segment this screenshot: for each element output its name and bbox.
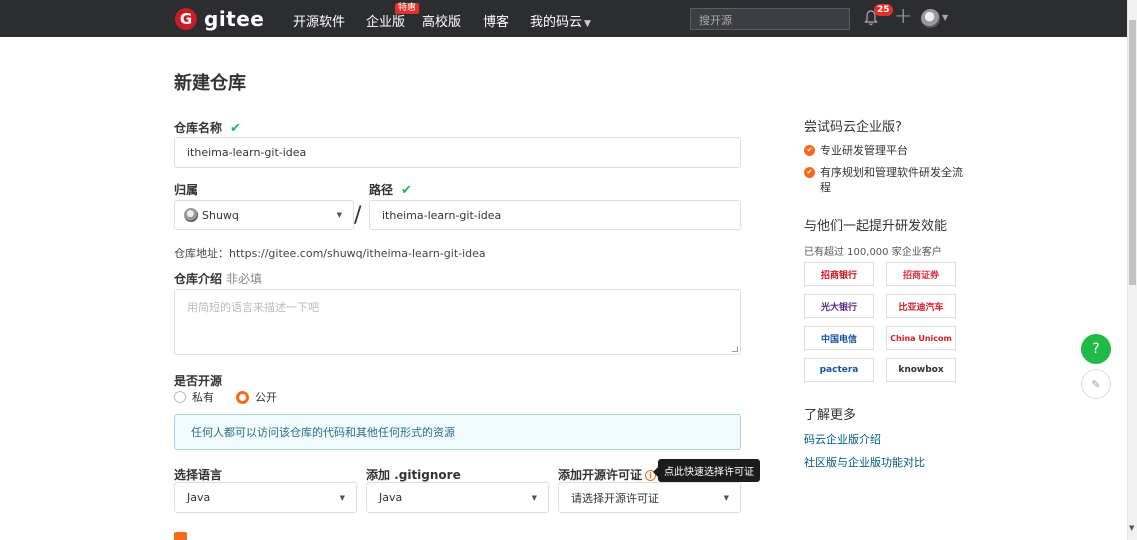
enterprise-title: 尝试码云企业版? [804, 120, 902, 135]
path-label-text: 路径 [369, 183, 394, 197]
intro-placeholder: 用简短的语言来描述一下吧 [187, 301, 319, 314]
telecom-logo-text: 中国电信 [820, 334, 857, 345]
private-radio-label[interactable]: 私有 [192, 389, 214, 405]
nav-item-blog[interactable]: 博客 [483, 11, 509, 30]
gitignore-label: 添加 .gitignore [366, 468, 461, 482]
owner-label: 归属 [174, 183, 199, 197]
nav-item-my-gitee-label: 我的码云 [530, 15, 583, 30]
chevron-down-icon[interactable]: ▼ [942, 13, 948, 22]
license-tooltip: 点此快速选择许可证 [658, 459, 760, 482]
visibility-radio-group: 私有 公开 [174, 389, 277, 405]
notification-badge: 25 [874, 4, 893, 16]
optional-hint: 非必填 [226, 272, 263, 286]
language-select[interactable]: Java ▼ [174, 482, 357, 513]
visibility-label: 是否开源 [174, 374, 223, 388]
gitee-logo-icon: G [175, 8, 197, 30]
nav-item-university[interactable]: 高校版 [422, 11, 461, 30]
user-avatar[interactable] [921, 9, 940, 28]
enterprise-intro-link[interactable]: 码云企业版介绍 [804, 431, 881, 447]
knowbox-logo-text: knowbox [898, 365, 944, 375]
learn-more-title: 了解更多 [804, 408, 857, 423]
private-radio[interactable] [174, 391, 186, 403]
intro-label-text: 仓库介绍 [174, 272, 223, 286]
repo-name-value: itheima-learn-git-idea [187, 146, 307, 159]
intro-label: 仓库介绍 非必填 [174, 270, 262, 287]
language-value: Java [187, 491, 211, 504]
public-radio[interactable] [236, 390, 249, 404]
caret-down-icon: ▼ [531, 493, 537, 502]
path-input[interactable]: itheima-learn-git-idea [369, 200, 741, 230]
feature-item: ✔ 专业研发管理平台 [804, 143, 954, 158]
customer-logo-unicom: China Unicom [886, 326, 956, 350]
owner-select[interactable]: Shuwq ▼ [174, 200, 354, 230]
pactera-logo-text: pactera [819, 365, 859, 375]
customer-logo-cmbs: 招商证券 [886, 262, 956, 286]
intro-textarea[interactable]: 用简短的语言来描述一下吧 [174, 289, 741, 355]
chevron-down-icon: ▼ [584, 19, 591, 29]
caret-down-icon: ▼ [336, 211, 342, 219]
scrollbar-thumb[interactable] [1129, 20, 1136, 285]
path-value: itheima-learn-git-idea [382, 208, 502, 222]
license-select[interactable]: 请选择开源许可证 ▼ [558, 482, 741, 513]
owner-value: Shuwq [202, 208, 239, 222]
feedback-edit-button[interactable]: ✎ [1081, 369, 1111, 399]
cmbs-logo-text: 招商证券 [902, 270, 939, 281]
init-options-row [174, 532, 349, 540]
nav-item-my-gitee[interactable]: 我的码云 ▼ [530, 11, 591, 30]
check-circle-icon: ✔ [804, 145, 815, 156]
gitee-logo[interactable]: G gitee [175, 7, 264, 31]
resize-handle-icon[interactable] [732, 346, 738, 352]
nav-item-open-source[interactable]: 开源软件 [293, 11, 345, 30]
public-radio-label[interactable]: 公开 [255, 389, 277, 405]
customer-logo-cmb: 招商银行 [804, 262, 874, 286]
check-circle-icon: ✔ [804, 167, 815, 178]
feature-item: ✔ 有序规划和管理软件研发全流程 [804, 165, 964, 195]
plus-icon[interactable]: + [894, 6, 912, 28]
license-placeholder: 请选择开源许可证 [571, 491, 659, 505]
language-label: 选择语言 [174, 468, 223, 482]
scroll-down-arrow-icon[interactable]: ▼ [1129, 524, 1134, 532]
customer-logo-pactera: pactera [804, 358, 874, 382]
public-info-message: 任何人都可以访问该仓库的代码和其他任何形式的资源 [174, 414, 741, 450]
repo-name-input[interactable]: itheima-learn-git-idea [174, 137, 741, 168]
ceb-logo-text: 光大银行 [820, 302, 857, 313]
check-icon: ✔ [401, 183, 412, 198]
path-separator: / [354, 203, 362, 228]
check-icon: ✔ [230, 121, 241, 136]
repo-address: 仓库地址：https://gitee.com/shuwq/itheima-lea… [174, 247, 486, 260]
gitee-logo-text: gitee [204, 7, 265, 31]
owner-avatar [184, 208, 198, 222]
cmb-logo-text: 招商银行 [820, 270, 857, 281]
path-label: 路径 ✔ [369, 181, 412, 198]
boost-title: 与他们一起提升研发效能 [804, 219, 948, 234]
customer-logo-byd: 比亚迪汽车 [886, 294, 956, 318]
byd-logo-text: 比亚迪汽车 [898, 302, 944, 313]
caret-down-icon: ▼ [339, 493, 345, 502]
feature-text: 专业研发管理平台 [820, 144, 908, 157]
gitignore-select[interactable]: Java ▼ [366, 482, 549, 513]
search-input[interactable]: 搜开源 [690, 8, 850, 30]
unicom-logo-text: China Unicom [890, 333, 952, 343]
caret-down-icon: ▼ [723, 493, 729, 502]
customer-logo-telecom: 中国电信 [804, 326, 874, 350]
compare-editions-link[interactable]: 社区版与企业版功能对比 [804, 454, 925, 470]
customer-logo-ceb: 光大银行 [804, 294, 874, 318]
boost-subtitle: 已有超过 100,000 家企业客户 [804, 247, 942, 258]
init-checkbox[interactable] [174, 532, 187, 540]
feature-text: 有序规划和管理软件研发全流程 [820, 166, 963, 194]
page-title: 新建仓库 [174, 73, 246, 94]
gitignore-value: Java [379, 491, 403, 504]
hot-badge: 特惠 [395, 3, 420, 14]
repo-name-label-text: 仓库名称 [174, 121, 223, 135]
license-label: 添加开源许可证 i [558, 466, 657, 483]
license-label-text: 添加开源许可证 [558, 468, 643, 482]
top-navbar: G gitee 开源软件 企业版 特惠 高校版 博客 我的码云 ▼ 搜开源 25 … [0, 0, 1127, 37]
repo-name-label: 仓库名称 ✔ [174, 119, 241, 136]
help-button[interactable]: ? [1081, 334, 1111, 364]
customer-logo-knowbox: knowbox [886, 358, 956, 382]
